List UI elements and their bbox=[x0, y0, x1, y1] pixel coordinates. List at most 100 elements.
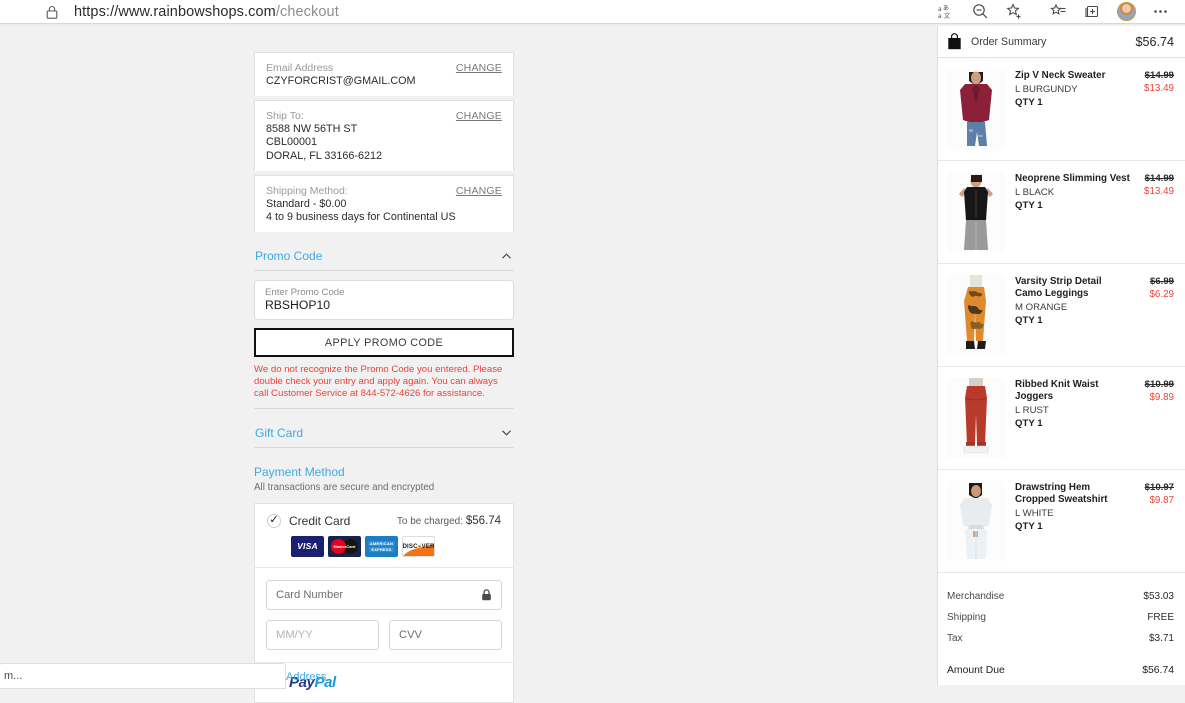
shopping-bag-icon bbox=[948, 33, 961, 50]
merchandise-value: $53.03 bbox=[1143, 591, 1174, 602]
product-price-original: $6.99 bbox=[1149, 276, 1174, 287]
promo-code-input-value: RBSHOP10 bbox=[265, 298, 331, 313]
ship-to-card: Ship To: 8588 NW 56TH ST CBL00001 DORAL,… bbox=[254, 100, 514, 171]
product-attributes: L WHITE bbox=[1015, 508, 1054, 520]
promo-code-input[interactable]: Enter Promo Code RBSHOP10 bbox=[254, 280, 514, 321]
product-info: Neoprene Slimming Vest L BLACK QTY 1 bbox=[1005, 172, 1130, 252]
promo-code-divider bbox=[254, 270, 514, 272]
settings-more-icon[interactable] bbox=[1143, 0, 1177, 23]
add-favorite-icon[interactable] bbox=[997, 0, 1031, 23]
apply-promo-code-button[interactable]: APPLY PROMO CODE bbox=[254, 328, 514, 358]
order-summary-panel: Order Summary $56.74 Zip V Neck Sweater … bbox=[937, 26, 1185, 685]
expiry-cvv-row: MM/YY CVV bbox=[266, 619, 502, 650]
profile-avatar[interactable] bbox=[1109, 0, 1143, 23]
amount-due-value: $56.74 bbox=[1142, 665, 1174, 676]
email-address-value: CZYFORCRIST@GMAIL.COM bbox=[266, 75, 416, 87]
shipping-label: Shipping bbox=[947, 612, 986, 623]
discover-icon: DISC●VER bbox=[402, 535, 435, 557]
charge-prefix: To be charged: bbox=[396, 515, 464, 527]
ship-to-line3: DORAL, FL 33166-6212 bbox=[266, 149, 383, 162]
mastercard-icon: MasterCard bbox=[328, 535, 361, 557]
product-price-sale: $13.49 bbox=[1144, 83, 1174, 94]
charge-amount: $56.74 bbox=[465, 514, 501, 527]
order-summary-total: $56.74 bbox=[1135, 34, 1174, 49]
list-item[interactable]: Zip V Neck Sweater L BURGUNDY QTY 1 $14.… bbox=[938, 58, 1185, 161]
list-item[interactable]: Neoprene Slimming Vest L BLACK QTY 1 $14… bbox=[938, 161, 1185, 264]
credit-card-option-row[interactable]: ✓ Credit Card To be charged: $56.74 bbox=[255, 504, 513, 528]
black-vest-image bbox=[947, 172, 1005, 252]
product-prices: $6.99 $6.29 bbox=[1130, 275, 1174, 355]
product-thumbnail bbox=[947, 481, 1005, 561]
avatar bbox=[1116, 2, 1136, 21]
credit-card-label: Credit Card bbox=[289, 513, 351, 528]
shipping-method-change-link[interactable]: CHANGE bbox=[456, 185, 502, 197]
shipping-value: FREE bbox=[1147, 612, 1174, 623]
product-thumbnail bbox=[947, 275, 1005, 355]
tax-label: Tax bbox=[947, 633, 963, 644]
product-info: Zip V Neck Sweater L BURGUNDY QTY 1 bbox=[1005, 69, 1130, 149]
list-item[interactable]: Ribbed Knit Waist Joggers L RUST QTY 1 $… bbox=[938, 367, 1185, 470]
address-link[interactable]: Address bbox=[286, 671, 326, 683]
amex-icon: AMERICAN EXPRESS bbox=[365, 535, 398, 557]
product-quantity: QTY 1 bbox=[1015, 97, 1043, 109]
chevron-down-icon bbox=[502, 430, 511, 436]
card-number-input[interactable]: Card Number bbox=[266, 579, 502, 610]
promo-error-divider bbox=[254, 407, 514, 409]
promo-code-error-message: We do not recognize the Promo Code you e… bbox=[254, 364, 503, 399]
product-info: Varsity Strip Detail Camo Leggings M ORA… bbox=[1005, 275, 1130, 355]
product-thumbnail bbox=[947, 69, 1005, 149]
svg-text:a: a bbox=[938, 13, 942, 19]
product-prices: $14.99 $13.49 bbox=[1130, 69, 1174, 149]
address-bar[interactable]: https://www.rainbowshops.com/checkout bbox=[22, 0, 1062, 23]
email-address-card: Email Address CZYFORCRIST@GMAIL.COM CHAN… bbox=[254, 52, 514, 97]
visa-icon: VISA bbox=[291, 535, 324, 557]
ship-to-change-link[interactable]: CHANGE bbox=[456, 110, 502, 122]
lock-icon bbox=[46, 5, 58, 19]
collections-icon[interactable] bbox=[1075, 0, 1109, 23]
total-row-tax: Tax $3.71 bbox=[947, 628, 1174, 649]
amount-due-label: Amount Due bbox=[947, 665, 1005, 676]
list-item[interactable]: Drawstring Hem Cropped Sweatshirt L WHIT… bbox=[938, 470, 1185, 573]
gift-card-accordion-header[interactable]: Gift Card bbox=[254, 426, 514, 447]
product-price-original: $14.99 bbox=[1144, 70, 1174, 81]
camo-leggings-image bbox=[947, 275, 1005, 355]
product-price-sale: $13.49 bbox=[1144, 186, 1174, 197]
translate-icon[interactable]: aあa文 bbox=[929, 0, 963, 23]
rust-joggers-image bbox=[947, 378, 1005, 458]
cvv-input[interactable]: CVV bbox=[389, 619, 502, 650]
total-row-amount-due: Amount Due $56.74 bbox=[947, 660, 1174, 681]
browser-toolbar: https://www.rainbowshops.com/checkout aあ… bbox=[0, 0, 1185, 23]
order-summary-title: Order Summary bbox=[971, 35, 1047, 48]
product-name: Drawstring Hem Cropped Sweatshirt bbox=[1015, 482, 1108, 506]
favorites-list-icon[interactable] bbox=[1041, 0, 1075, 23]
svg-text:文: 文 bbox=[944, 12, 950, 19]
secure-lock-icon bbox=[482, 588, 491, 600]
charge-amount-text: To be charged: $56.74 bbox=[397, 515, 501, 527]
shipping-method-line1: Standard - $0.00 bbox=[266, 197, 347, 210]
product-quantity: QTY 1 bbox=[1015, 418, 1043, 430]
product-attributes: L RUST bbox=[1015, 405, 1049, 417]
tax-value: $3.71 bbox=[1148, 633, 1174, 644]
list-item[interactable]: Varsity Strip Detail Camo Leggings M ORA… bbox=[938, 264, 1185, 367]
ship-to-line2: CBL00001 bbox=[266, 136, 318, 149]
url-path: /checkout bbox=[275, 3, 339, 20]
bottom-partial-input[interactable] bbox=[0, 663, 286, 689]
white-sweatshirt-image bbox=[947, 481, 1005, 561]
merchandise-label: Merchandise bbox=[947, 591, 1005, 602]
cvv-placeholder: CVV bbox=[399, 628, 423, 641]
url-text: https://www.rainbowshops.com/checkout bbox=[74, 4, 339, 20]
order-summary-header[interactable]: Order Summary $56.74 bbox=[938, 26, 1185, 58]
email-change-link[interactable]: CHANGE bbox=[456, 62, 502, 74]
promo-code-input-label: Enter Promo Code bbox=[265, 287, 345, 299]
product-attributes: L BLACK bbox=[1015, 187, 1055, 199]
expiry-input[interactable]: MM/YY bbox=[266, 619, 379, 650]
promo-code-accordion-header[interactable]: Promo Code bbox=[254, 249, 514, 270]
product-prices: $10.97 $9.87 bbox=[1130, 481, 1174, 561]
zoom-out-icon[interactable] bbox=[963, 0, 997, 23]
credit-card-option[interactable]: ✓ Credit Card bbox=[267, 513, 351, 528]
bottom-partial-input-text: m... bbox=[4, 670, 23, 682]
svg-text:あ: あ bbox=[943, 5, 949, 12]
product-price-original: $10.97 bbox=[1144, 482, 1174, 493]
svg-text:a: a bbox=[938, 6, 942, 13]
burgundy-sweater-image bbox=[947, 69, 1005, 149]
